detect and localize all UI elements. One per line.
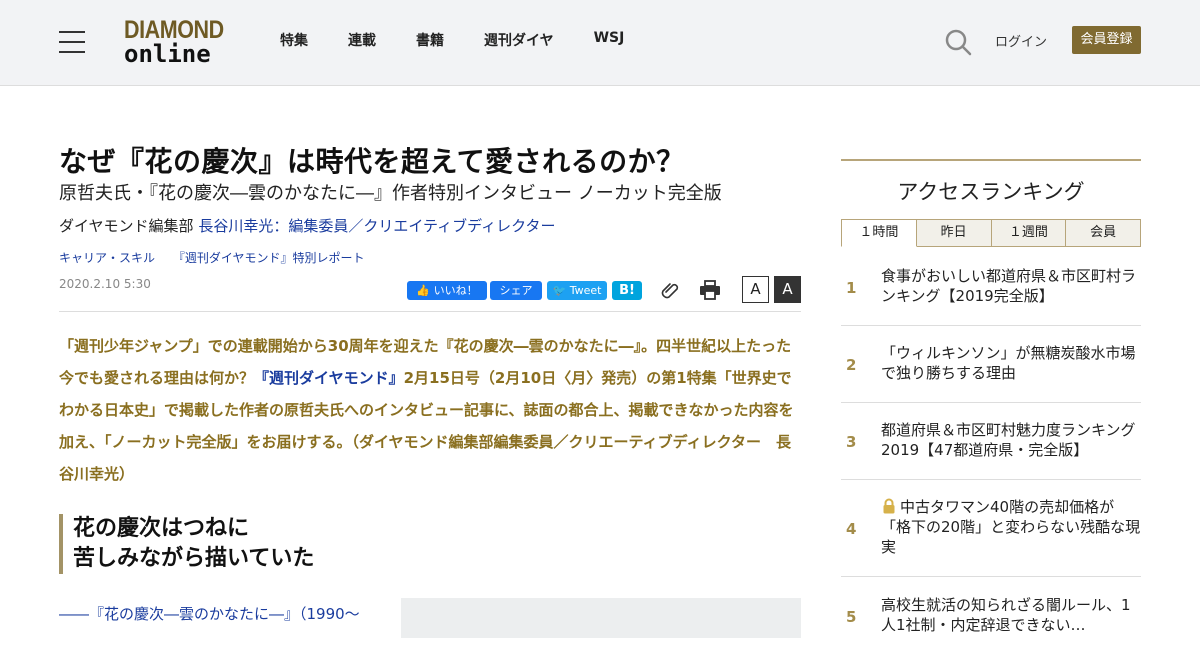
ranking-item[interactable]: 2 「ウィルキンソン」が無糖炭酸水市場で独り勝ちする理由: [841, 326, 1141, 403]
tweet-button[interactable]: 🐦 Tweet: [547, 281, 607, 300]
print-icon[interactable]: [699, 280, 721, 300]
article-image: [401, 598, 801, 638]
hatena-bookmark-button[interactable]: B!: [612, 281, 642, 300]
ranking-item[interactable]: 1 食事がおいしい都道府県＆市区町村ランキング【2019完全版】: [841, 248, 1141, 326]
twitter-bird-icon: 🐦: [552, 284, 567, 297]
search-icon[interactable]: [944, 28, 972, 56]
tweet-label: Tweet: [569, 284, 602, 297]
ranking-item[interactable]: 4 中古タワマン40階の売却価格が「格下の20階」と変わらない残酷な現実: [841, 480, 1141, 577]
logo-top-text: DIAMOND: [124, 16, 224, 44]
tab-members[interactable]: 会員: [1066, 219, 1141, 247]
weekly-diamond-link[interactable]: 『週刊ダイヤモンド』: [254, 369, 404, 387]
section-heading-line-2: 苦しみながら描いていた: [73, 546, 315, 571]
font-size-normal-button[interactable]: A: [742, 276, 769, 303]
section-heading-line-1: 花の慶次はつねに: [73, 516, 250, 541]
paperclip-icon[interactable]: [660, 280, 680, 300]
article-tags: キャリア・スキル 『週刊ダイヤモンド』特別レポート: [59, 249, 379, 266]
publish-date: 2020.2.10 5:30: [59, 277, 151, 291]
register-button[interactable]: 会員登録: [1072, 26, 1141, 54]
author-link[interactable]: 長谷川幸光：編集委員／クリエイティブディレクター: [198, 217, 555, 235]
divider: [59, 311, 801, 312]
lock-icon: [883, 498, 895, 514]
main-nav: 特集 連載 書籍 週刊ダイヤ WSJ: [280, 30, 664, 50]
rank-title: 中古タワマン40階の売却価格が「格下の20階」と変わらない残酷な現実: [881, 498, 1141, 556]
sidebar-divider: [841, 159, 1141, 161]
facebook-like-button[interactable]: 👍 いいね！: [407, 281, 487, 300]
article-title: なぜ『花の慶次』は時代を超えて愛されるのか？: [59, 145, 685, 178]
menu-icon[interactable]: [59, 31, 85, 53]
site-logo[interactable]: DIAMOND online: [124, 16, 234, 68]
article-lead: 「週刊少年ジャンプ」での連載開始から30周年を迎えた『花の慶次―雲のかなたに―』…: [59, 330, 801, 490]
tag-special-report[interactable]: 『週刊ダイヤモンド』特別レポート: [173, 251, 365, 265]
tab-1-hour[interactable]: １時間: [841, 219, 917, 247]
nav-item-books[interactable]: 書籍: [416, 30, 444, 50]
rank-title: 高校生就活の知られざる闇ルール、1人1社制・内定辞退できない…: [881, 596, 1131, 634]
byline: ダイヤモンド編集部 長谷川幸光：編集委員／クリエイティブディレクター: [59, 215, 556, 236]
ranking-tabs: １時間 昨日 １週間 会員: [841, 219, 1141, 247]
login-link[interactable]: ログイン: [995, 31, 1047, 50]
rank-title: 都道府県＆市区町村魅力度ランキング2019【47都道府県・完全版】: [881, 421, 1136, 459]
logo-bottom-text: online: [124, 40, 211, 68]
facebook-share-button[interactable]: シェア: [490, 281, 542, 300]
tag-career-skill[interactable]: キャリア・スキル: [59, 251, 155, 265]
nav-item-features[interactable]: 特集: [280, 30, 308, 50]
tab-yesterday[interactable]: 昨日: [916, 219, 992, 247]
nav-item-weekly-diamond[interactable]: 週刊ダイヤ: [484, 30, 554, 50]
rank-number: 3: [846, 433, 857, 451]
ranking-item[interactable]: 3 都道府県＆市区町村魅力度ランキング2019【47都道府県・完全版】: [841, 403, 1141, 480]
rank-title-wrap: 中古タワマン40階の売却価格が「格下の20階」と変わらない残酷な現実: [881, 497, 1141, 557]
thumbs-up-icon: 👍: [416, 284, 431, 297]
rank-number: 4: [846, 520, 857, 538]
rank-number: 5: [846, 608, 857, 626]
ranking-title: アクセスランキング: [897, 180, 1085, 204]
article-body-question: ――『花の慶次―雲のかなたに―』（1990～: [59, 605, 360, 623]
rank-title: 食事がおいしい都道府県＆市区町村ランキング【2019完全版】: [881, 267, 1137, 305]
section-heading: 花の慶次はつねに 苦しみながら描いていた: [59, 514, 314, 574]
rank-number: 1: [846, 279, 857, 297]
font-size-large-button[interactable]: A: [774, 276, 801, 303]
rank-number: 2: [846, 356, 857, 374]
ranking-item[interactable]: 5 高校生就活の知られざる闇ルール、1人1社制・内定辞退できない…: [841, 577, 1141, 657]
rank-title: 「ウィルキンソン」が無糖炭酸水市場で独り勝ちする理由: [881, 344, 1136, 382]
like-label: いいね！: [433, 284, 478, 297]
tab-1-week[interactable]: １週間: [991, 219, 1067, 247]
byline-department: ダイヤモンド編集部: [59, 217, 194, 235]
site-header: DIAMOND online 特集 連載 書籍 週刊ダイヤ WSJ ログイン 会…: [0, 0, 1200, 86]
nav-item-series[interactable]: 連載: [348, 30, 376, 50]
nav-item-wsj[interactable]: WSJ: [594, 30, 625, 50]
article-subtitle: 原哲夫氏・『花の慶次―雲のかなたに―』作者特別インタビュー ノーカット完全版: [59, 183, 722, 204]
